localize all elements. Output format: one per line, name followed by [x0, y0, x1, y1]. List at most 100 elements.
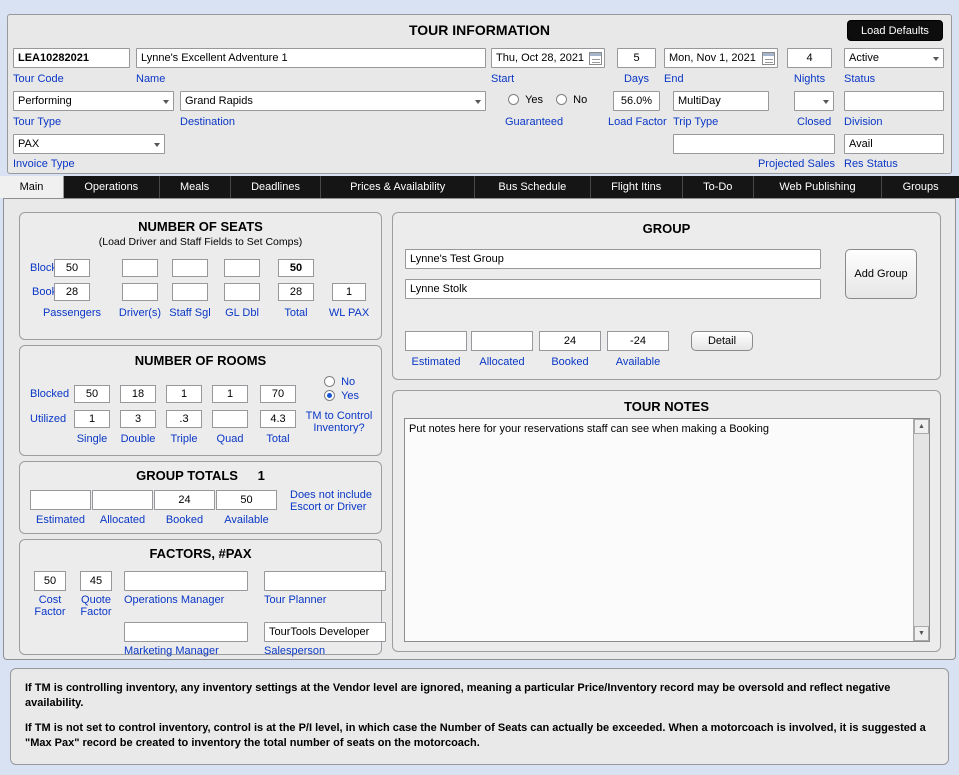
nights-label: Nights [793, 73, 826, 85]
trip-type-field[interactable] [673, 91, 769, 111]
group-totals-booked[interactable] [154, 490, 215, 510]
group-totals-title-text: GROUP TOTALS [136, 468, 238, 483]
tab-deadlines[interactable]: Deadlines [231, 176, 322, 198]
projected-sales-label: Projected Sales [757, 158, 835, 170]
group-totals-title: GROUP TOTALS 1 [20, 468, 381, 483]
closed-dropdown[interactable] [794, 91, 834, 111]
seats-booked-passengers[interactable] [54, 283, 90, 301]
seats-blocked-drivers[interactable] [122, 259, 158, 277]
projected-sales-field[interactable] [673, 134, 835, 154]
tab-groups[interactable]: Groups [882, 176, 959, 198]
guaranteed-no-radio[interactable] [556, 94, 568, 105]
tour-type-dropdown[interactable]: Performing [13, 91, 174, 111]
load-factor-field[interactable] [613, 91, 660, 111]
salesperson-field[interactable] [264, 622, 386, 642]
seats-booked-drivers[interactable] [122, 283, 158, 301]
group-contact-field[interactable] [405, 279, 821, 299]
tm-control-yes-radio[interactable] [324, 390, 335, 401]
start-date-field[interactable]: Thu, Oct 28, 2021 [491, 48, 605, 68]
seats-col-staff-sgl: Staff Sgl [169, 307, 211, 319]
seats-blocked-gl-dbl[interactable] [224, 259, 260, 277]
quote-factor-field[interactable] [80, 571, 112, 591]
guaranteed-no-label: No [573, 94, 588, 106]
group-booked-field[interactable] [539, 331, 601, 351]
load-factor-label: Load Factor [608, 116, 667, 128]
operations-manager-field[interactable] [124, 571, 248, 591]
calendar-icon[interactable] [589, 52, 602, 65]
tour-information-panel: TOUR INFORMATION Load Defaults Thu, Oct … [7, 14, 952, 174]
closed-label: Closed [797, 116, 832, 128]
group-estimated-field[interactable] [405, 331, 467, 351]
seats-blocked-total[interactable] [278, 259, 314, 277]
division-field[interactable] [844, 91, 944, 111]
nights-field[interactable] [787, 48, 832, 68]
tour-planner-field[interactable] [264, 571, 386, 591]
destination-dropdown[interactable]: Grand Rapids [180, 91, 486, 111]
res-status-field[interactable] [844, 134, 944, 154]
calendar-icon[interactable] [762, 52, 775, 65]
rooms-utilized-triple[interactable] [166, 410, 202, 428]
group-allocated-field[interactable] [471, 331, 533, 351]
guaranteed-yes-radio[interactable] [508, 94, 519, 105]
group-totals-allocated[interactable] [92, 490, 153, 510]
days-field[interactable] [617, 48, 656, 68]
notes-scrollbar[interactable]: ▲ ▼ [913, 419, 929, 641]
inventory-info-panel: If TM is controlling inventory, any inve… [10, 668, 949, 765]
scroll-down-icon[interactable]: ▼ [914, 626, 929, 641]
rooms-blocked-double[interactable] [120, 385, 156, 403]
start-date-value: Thu, Oct 28, 2021 [496, 52, 585, 64]
seats-blocked-passengers[interactable] [54, 259, 90, 277]
rooms-utilized-double[interactable] [120, 410, 156, 428]
seats-blocked-staff-sgl[interactable] [172, 259, 208, 277]
rooms-blocked-quad[interactable] [212, 385, 248, 403]
marketing-manager-field[interactable] [124, 622, 248, 642]
tab-flight-itins[interactable]: Flight Itins [591, 176, 683, 198]
tab-prices-availability[interactable]: Prices & Availability [321, 176, 475, 198]
tour-notes-textarea[interactable]: Put notes here for your reservations sta… [404, 418, 930, 642]
rooms-utilized-total[interactable] [260, 410, 296, 428]
detail-button[interactable]: Detail [691, 331, 753, 351]
tab-bar: Main Operations Meals Deadlines Prices &… [0, 176, 959, 198]
tab-web-publishing[interactable]: Web Publishing [754, 176, 883, 198]
group-available-field[interactable] [607, 331, 669, 351]
seats-booked-total[interactable] [278, 283, 314, 301]
number-of-rooms-panel: NUMBER OF ROOMS Blocked Utilized Single … [19, 345, 382, 456]
tab-main[interactable]: Main [0, 176, 64, 198]
seats-booked-gl-dbl[interactable] [224, 283, 260, 301]
rooms-utilized-single[interactable] [74, 410, 110, 428]
tour-code-label: Tour Code [13, 73, 64, 85]
number-of-seats-panel: NUMBER OF SEATS (Load Driver and Staff F… [19, 212, 382, 340]
group-name-field[interactable] [405, 249, 821, 269]
tm-control-no-radio[interactable] [324, 376, 335, 387]
seats-booked-wl-pax[interactable] [332, 283, 366, 301]
destination-label: Destination [180, 116, 236, 128]
rooms-blocked-single[interactable] [74, 385, 110, 403]
end-label: End [664, 73, 684, 85]
tour-name-field[interactable] [136, 48, 486, 68]
cost-factor-field[interactable] [34, 571, 66, 591]
rooms-blocked-total[interactable] [260, 385, 296, 403]
tour-code-field[interactable] [13, 48, 130, 68]
guaranteed-label: Guaranteed [505, 116, 564, 128]
tab-bus-schedule[interactable]: Bus Schedule [475, 176, 591, 198]
end-date-field[interactable]: Mon, Nov 1, 2021 [664, 48, 778, 68]
chevron-down-icon [823, 100, 829, 104]
rooms-blocked-triple[interactable] [166, 385, 202, 403]
group-totals-estimated[interactable] [30, 490, 91, 510]
group-totals-available[interactable] [216, 490, 277, 510]
tab-to-do[interactable]: To-Do [683, 176, 754, 198]
seats-title: NUMBER OF SEATS [138, 219, 263, 234]
group-title: GROUP [642, 221, 691, 236]
tour-planner-label: Tour Planner [264, 594, 327, 606]
seats-booked-staff-sgl[interactable] [172, 283, 208, 301]
tab-operations[interactable]: Operations [64, 176, 160, 198]
operations-manager-label: Operations Manager [124, 594, 225, 606]
group-panel: GROUP Add Group Detail Estimated Allocat… [392, 212, 941, 380]
load-defaults-button[interactable]: Load Defaults [847, 20, 943, 41]
add-group-button[interactable]: Add Group [845, 249, 917, 299]
scroll-up-icon[interactable]: ▲ [914, 419, 929, 434]
rooms-utilized-quad[interactable] [212, 410, 248, 428]
invoice-type-dropdown[interactable]: PAX [13, 134, 165, 154]
tab-meals[interactable]: Meals [160, 176, 231, 198]
status-dropdown[interactable]: Active [844, 48, 944, 68]
